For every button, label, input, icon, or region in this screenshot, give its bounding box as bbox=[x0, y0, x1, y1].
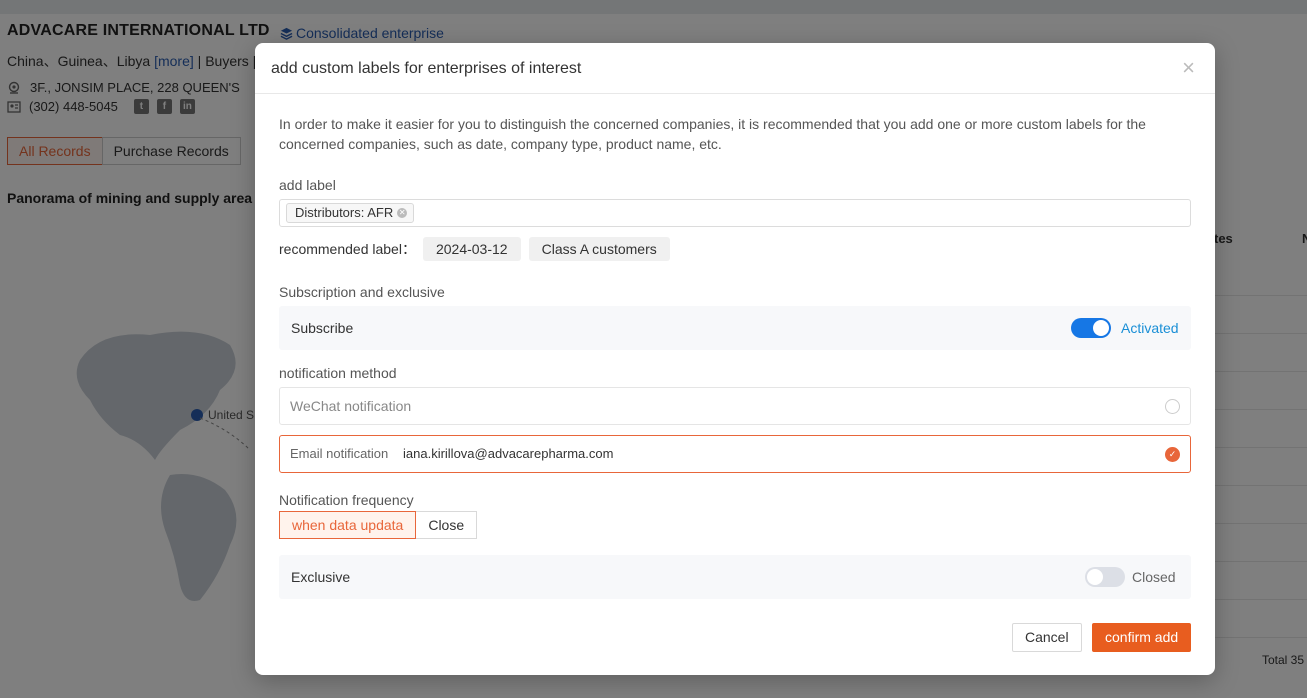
wechat-notification-option[interactable]: WeChat notification bbox=[279, 387, 1191, 425]
wechat-label: WeChat notification bbox=[290, 398, 412, 414]
dialog-intro-text: In order to make it easier for you to di… bbox=[279, 116, 1146, 152]
wechat-radio[interactable] bbox=[1165, 399, 1180, 414]
frequency-option-data-update[interactable]: when data updata bbox=[279, 511, 417, 539]
toggle-knob bbox=[1093, 320, 1109, 336]
remove-tag-icon[interactable]: ✕ bbox=[397, 208, 408, 218]
exclusive-state: Closed bbox=[1132, 569, 1176, 585]
recommended-chip-class-a[interactable]: Class A customers bbox=[528, 237, 670, 261]
custom-labels-dialog: add custom labels for enterprises of int… bbox=[255, 43, 1215, 675]
subscribe-state: Activated bbox=[1121, 320, 1179, 336]
exclusive-label: Exclusive bbox=[291, 569, 351, 585]
email-value[interactable]: iana.kirillova@advacarepharma.com bbox=[403, 446, 613, 461]
recommended-chip-date[interactable]: 2024-03-12 bbox=[422, 237, 521, 261]
notification-method-heading: notification method bbox=[279, 365, 397, 381]
label-tag: Distributors: AFR ✕ bbox=[286, 203, 415, 223]
frequency-option-close[interactable]: Close bbox=[416, 511, 478, 539]
subscription-heading: Subscription and exclusive bbox=[279, 284, 445, 300]
exclusive-panel: Exclusive Closed bbox=[279, 555, 1191, 599]
frequency-segmented: when data updata Close bbox=[279, 511, 478, 539]
exclusive-toggle[interactable] bbox=[1085, 567, 1125, 587]
label-tag-input[interactable]: Distributors: AFR ✕ bbox=[279, 199, 1191, 227]
confirm-add-button[interactable]: confirm add bbox=[1092, 623, 1192, 652]
recommended-label-heading: recommended label： bbox=[279, 241, 416, 257]
subscribe-label: Subscribe bbox=[291, 320, 354, 336]
subscribe-panel: Subscribe Activated bbox=[279, 306, 1191, 350]
recommended-labels: recommended label： 2024-03-12 Class A cu… bbox=[279, 237, 678, 261]
frequency-heading: Notification frequency bbox=[279, 492, 414, 508]
email-radio-checked-icon[interactable]: ✓ bbox=[1165, 447, 1180, 462]
label-tag-text: Distributors: AFR bbox=[295, 205, 394, 220]
close-icon[interactable]: × bbox=[1182, 57, 1195, 79]
cancel-button[interactable]: Cancel bbox=[1012, 623, 1082, 652]
add-label-heading: add label bbox=[279, 177, 336, 193]
email-label: Email notification bbox=[290, 446, 389, 461]
email-notification-option[interactable]: Email notification iana.kirillova@advaca… bbox=[279, 435, 1191, 473]
dialog-title: add custom labels for enterprises of int… bbox=[271, 60, 582, 77]
subscribe-toggle[interactable] bbox=[1071, 318, 1111, 338]
dialog-header: add custom labels for enterprises of int… bbox=[255, 43, 1215, 94]
toggle-knob bbox=[1087, 569, 1103, 585]
